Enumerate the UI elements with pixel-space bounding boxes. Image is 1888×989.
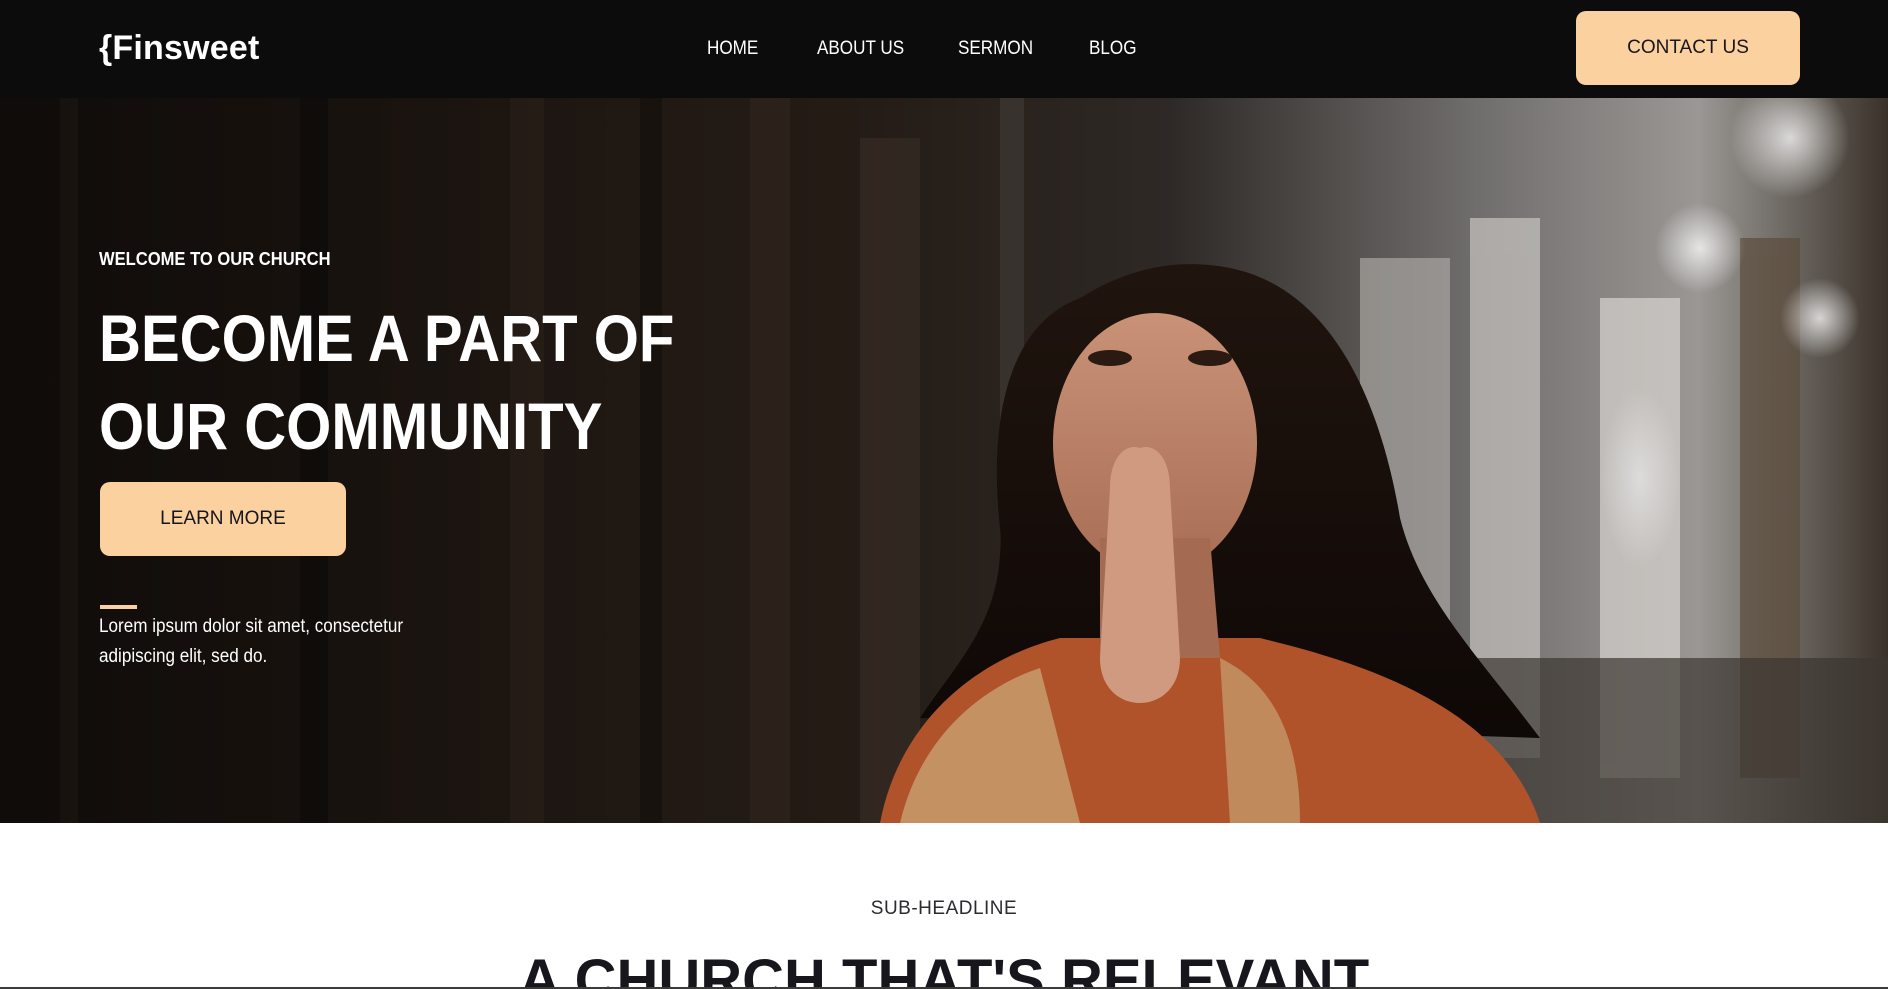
section-title: A CHURCH THAT'S RELEVANT [518, 948, 1370, 989]
nav-home-link[interactable]: HOME [707, 37, 758, 61]
hero-title-line-2: OUR COMMUNITY [99, 389, 603, 463]
hero-content: WELCOME TO OUR CHURCH BECOME A PART OF O… [0, 98, 1888, 823]
hero-section: WELCOME TO OUR CHURCH BECOME A PART OF O… [0, 98, 1888, 823]
nav-sermon-link[interactable]: SERMON [958, 37, 1033, 61]
hero-description: Lorem ipsum dolor sit amet, consectetur … [99, 616, 404, 667]
learn-more-button[interactable]: LEARN MORE [100, 482, 346, 556]
nav-about-us-link[interactable]: ABOUT US [817, 37, 904, 61]
nav-blog-link[interactable]: BLOG [1089, 37, 1137, 61]
hero-title: BECOME A PART OF OUR COMMUNITY [99, 294, 674, 470]
accent-divider [100, 605, 137, 609]
section-sub-headline: SUB-HEADLINE [870, 898, 1018, 919]
hero-eyebrow: WELCOME TO OUR CHURCH [99, 249, 331, 269]
contact-us-button[interactable]: CONTACT US [1576, 11, 1800, 85]
top-navigation-bar: {Finsweet HOME ABOUT US SERMON BLOG CONT… [0, 0, 1888, 98]
about-section: SUB-HEADLINE A CHURCH THAT'S RELEVANT [0, 823, 1888, 989]
hero-title-line-1: BECOME A PART OF [99, 301, 675, 375]
finsweet-logo[interactable]: {Finsweet [99, 26, 260, 70]
